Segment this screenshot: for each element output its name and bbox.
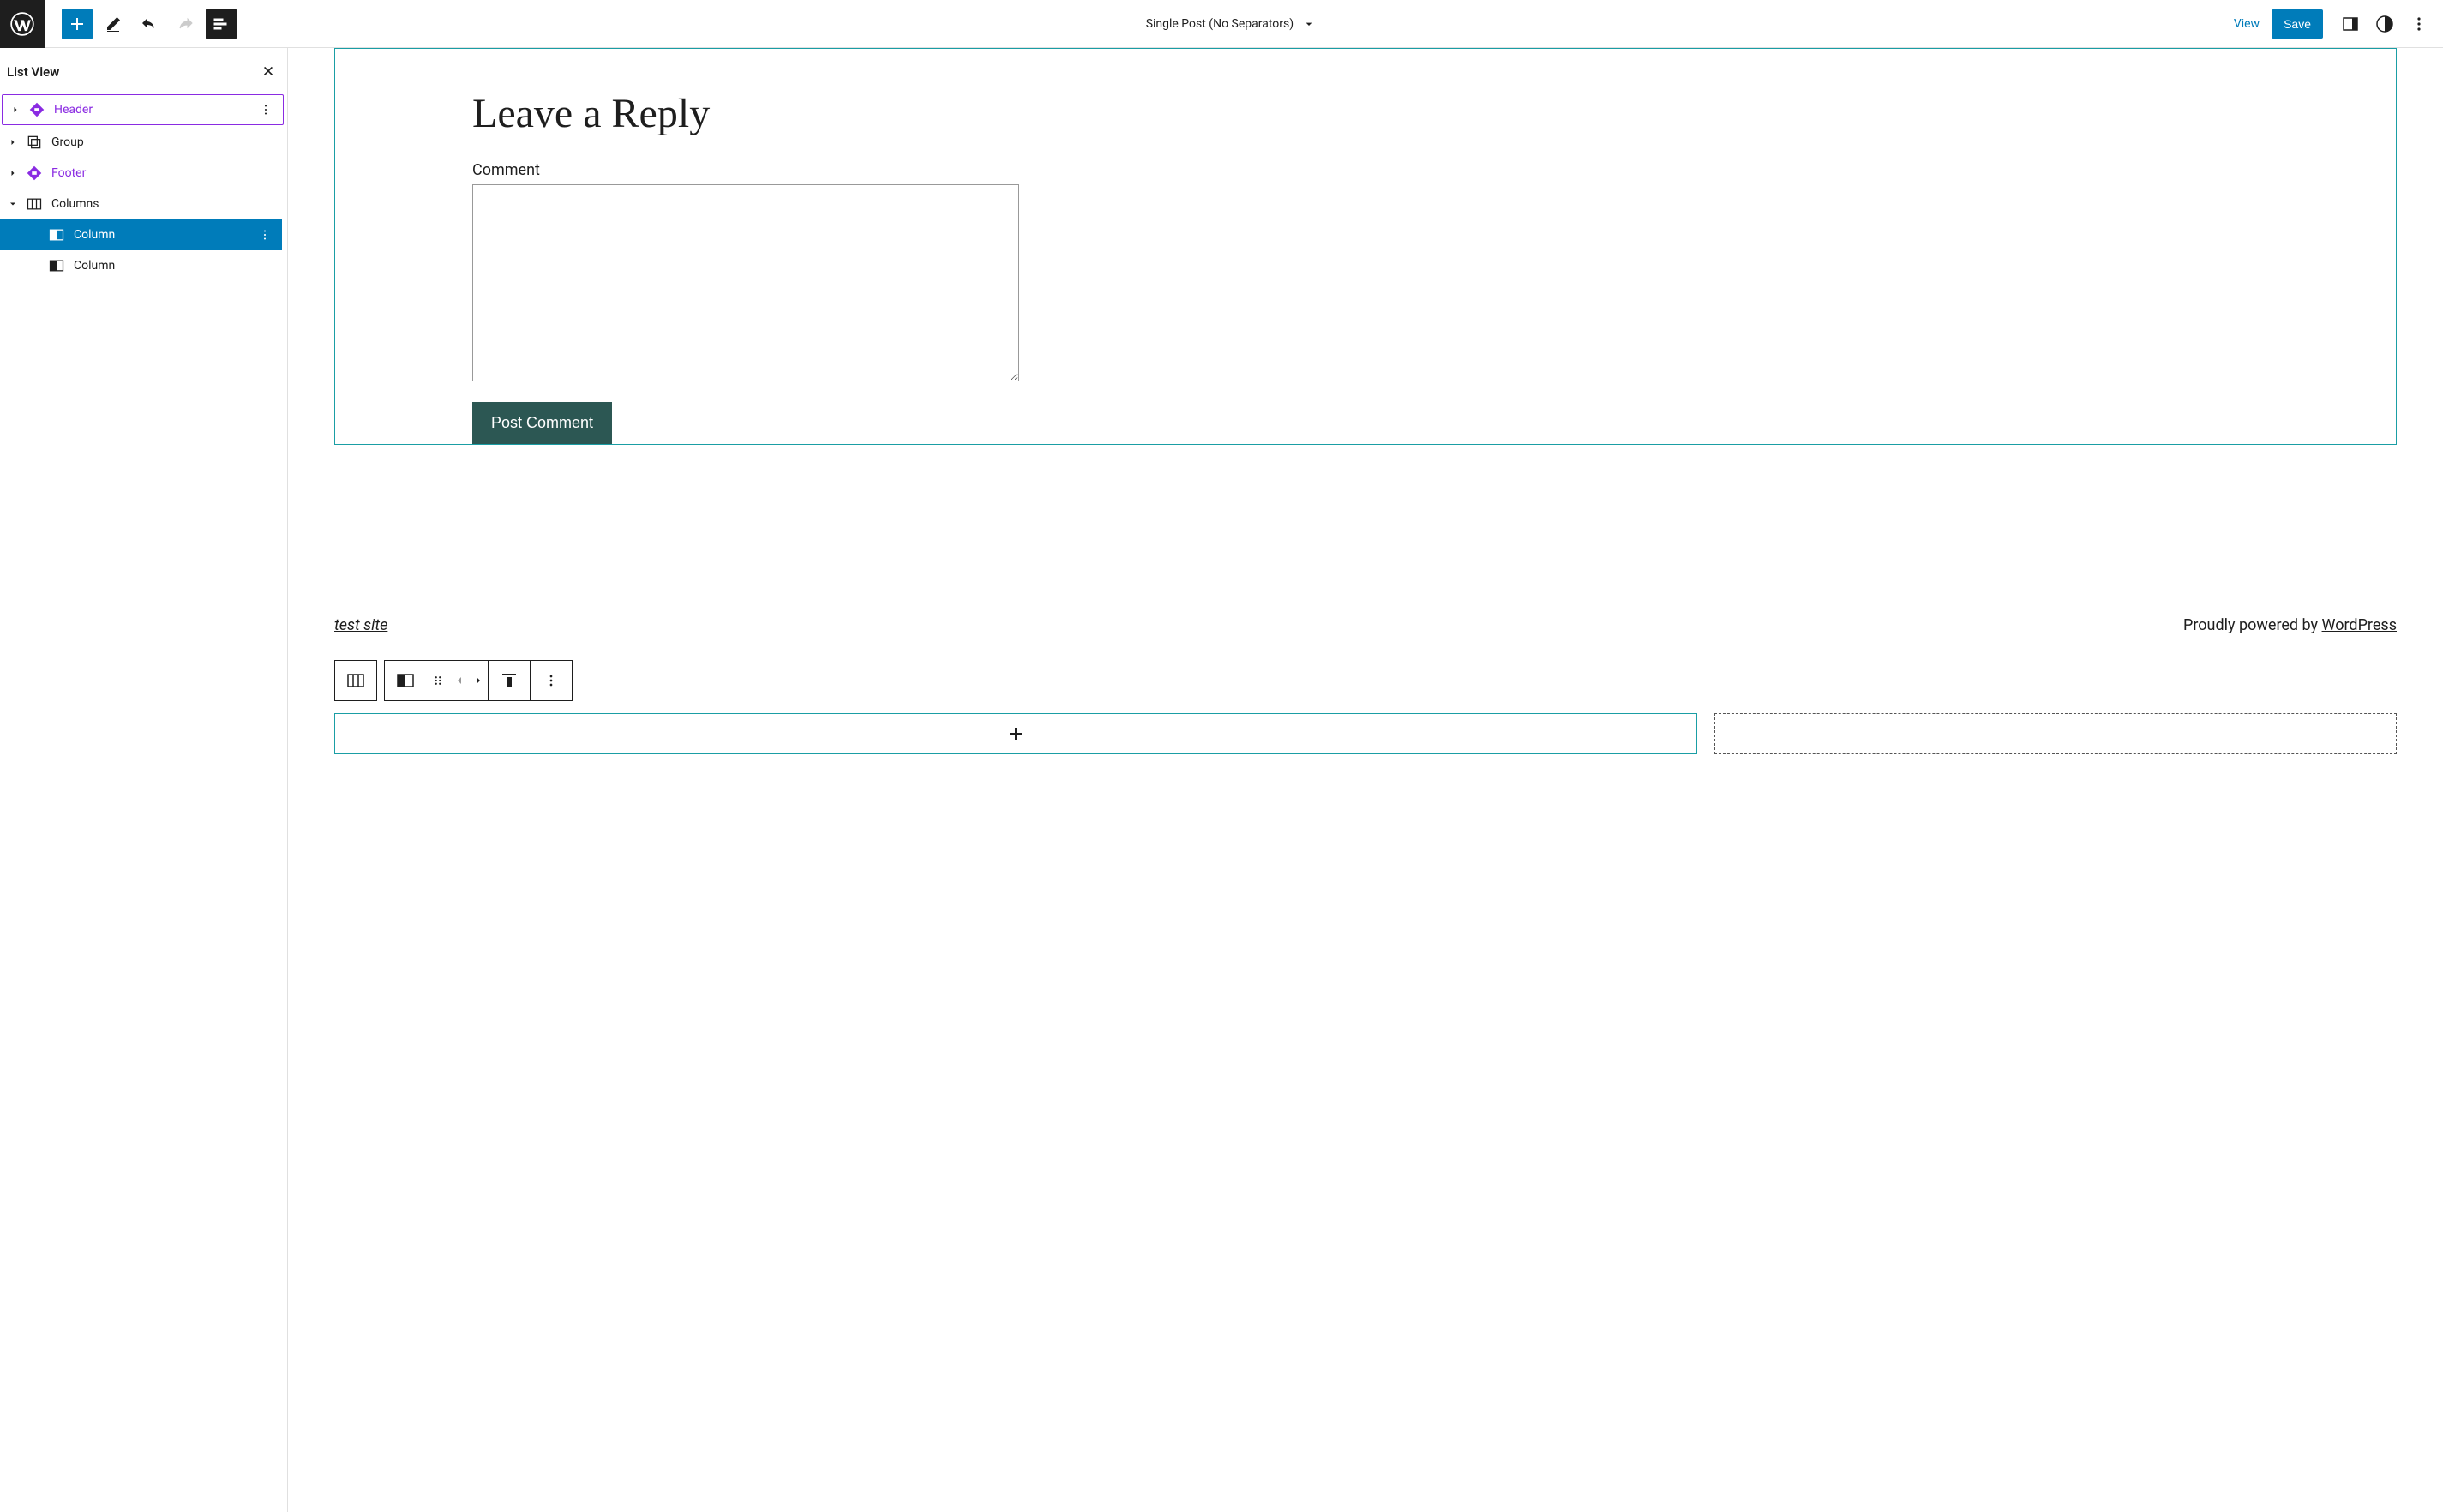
tree-item-column-2[interactable]: Column bbox=[0, 250, 287, 281]
tree-label: Footer bbox=[51, 166, 280, 180]
chevron-down-icon bbox=[1302, 17, 1316, 31]
chevron-left-icon bbox=[453, 674, 466, 687]
sidebar-icon bbox=[2340, 14, 2361, 34]
more-vertical-icon bbox=[258, 102, 273, 117]
editor-canvas[interactable]: Leave a Reply Comment Post Comment test … bbox=[288, 48, 2443, 1512]
list-view-toggle-button[interactable] bbox=[206, 9, 237, 39]
pencil-icon bbox=[103, 14, 123, 34]
more-vertical-icon bbox=[257, 227, 273, 243]
expand-toggle[interactable] bbox=[7, 168, 19, 178]
toolbar-group-block bbox=[384, 660, 573, 701]
options-button[interactable] bbox=[2404, 9, 2434, 39]
expand-toggle[interactable] bbox=[7, 137, 19, 147]
plus-icon bbox=[1005, 723, 1026, 744]
block-options-button[interactable] bbox=[531, 661, 572, 700]
columns-icon bbox=[345, 670, 366, 691]
chevron-down-icon bbox=[8, 199, 18, 209]
toolbar-group-parent bbox=[334, 660, 377, 701]
tree-item-footer[interactable]: Footer bbox=[0, 158, 287, 189]
chevron-right-icon bbox=[471, 674, 485, 687]
column-block-icon bbox=[46, 255, 67, 276]
site-footer-row: test site Proudly powered by WordPress bbox=[334, 616, 2397, 634]
save-button[interactable]: Save bbox=[2272, 9, 2323, 39]
align-button[interactable] bbox=[489, 661, 530, 700]
undo-icon bbox=[139, 14, 159, 34]
list-view-icon bbox=[211, 14, 231, 34]
document-title[interactable]: Single Post (No Separators) bbox=[237, 17, 2225, 31]
redo-button bbox=[170, 9, 201, 39]
column-icon bbox=[395, 670, 416, 691]
select-parent-button[interactable] bbox=[335, 661, 376, 700]
close-list-view-button[interactable] bbox=[256, 60, 280, 84]
tree-item-options[interactable] bbox=[255, 227, 275, 243]
comments-form-block[interactable]: Leave a Reply Comment Post Comment bbox=[334, 48, 2397, 445]
site-title-link[interactable]: test site bbox=[334, 616, 387, 634]
expand-toggle[interactable] bbox=[9, 105, 21, 115]
tree-item-options[interactable] bbox=[255, 102, 276, 117]
list-view-panel: List View Header Group Footer Columns bbox=[0, 48, 288, 1512]
chevron-right-icon bbox=[8, 168, 18, 178]
tree-item-group[interactable]: Group bbox=[0, 127, 287, 158]
drag-handle[interactable] bbox=[426, 661, 450, 700]
powered-by-text: Proudly powered by WordPress bbox=[2183, 616, 2397, 634]
undo-button[interactable] bbox=[134, 9, 165, 39]
comment-field-label: Comment bbox=[472, 161, 2259, 179]
tree-label: Header bbox=[54, 103, 255, 117]
post-comment-button[interactable]: Post Comment bbox=[472, 402, 612, 444]
toolbar-left-group bbox=[45, 9, 237, 39]
expand-toggle[interactable] bbox=[7, 199, 19, 209]
more-vertical-icon bbox=[2409, 14, 2429, 34]
chevron-right-icon bbox=[8, 137, 18, 147]
wordpress-link[interactable]: WordPress bbox=[2322, 616, 2397, 634]
tree-item-header[interactable]: Header bbox=[2, 94, 284, 125]
wp-logo[interactable] bbox=[0, 0, 45, 48]
edit-tools-button[interactable] bbox=[98, 9, 129, 39]
columns-block-icon bbox=[24, 194, 45, 214]
styles-button[interactable] bbox=[2369, 9, 2400, 39]
more-vertical-icon bbox=[543, 672, 560, 689]
column-2-placeholder[interactable] bbox=[1714, 713, 2397, 754]
group-block-icon bbox=[24, 132, 45, 153]
tree-label: Group bbox=[51, 135, 280, 149]
add-block-button[interactable] bbox=[62, 9, 93, 39]
tree-item-columns[interactable]: Columns bbox=[0, 189, 287, 219]
editor-main: List View Header Group Footer Columns bbox=[0, 48, 2443, 1512]
tree-label: Column bbox=[74, 259, 280, 273]
footer-block-icon bbox=[24, 163, 45, 183]
tree-label: Columns bbox=[51, 197, 280, 211]
settings-sidebar-toggle[interactable] bbox=[2335, 9, 2366, 39]
column-block-icon bbox=[46, 225, 67, 245]
redo-icon bbox=[175, 14, 195, 34]
list-view-title: List View bbox=[7, 64, 59, 80]
move-left-button bbox=[450, 661, 469, 700]
drag-icon bbox=[430, 673, 446, 688]
tree-item-column-1[interactable]: Column bbox=[0, 219, 282, 250]
block-toolbar bbox=[334, 660, 573, 701]
move-right-button[interactable] bbox=[469, 661, 488, 700]
comment-textarea[interactable] bbox=[472, 184, 1019, 381]
block-type-button[interactable] bbox=[385, 661, 426, 700]
styles-icon bbox=[2374, 14, 2395, 34]
plus-icon bbox=[67, 14, 87, 34]
chevron-right-icon bbox=[10, 105, 21, 115]
tree-label: Column bbox=[74, 228, 255, 242]
close-icon bbox=[260, 63, 277, 81]
column-1-appender[interactable] bbox=[334, 713, 1697, 754]
reply-heading: Leave a Reply bbox=[472, 90, 2259, 137]
header-block-icon bbox=[27, 99, 47, 120]
editor-top-bar: Single Post (No Separators) View Save bbox=[0, 0, 2443, 48]
align-top-icon bbox=[499, 670, 519, 691]
list-view-header: List View bbox=[0, 48, 287, 93]
view-link[interactable]: View bbox=[2225, 17, 2268, 31]
columns-block[interactable] bbox=[334, 713, 2397, 754]
template-title-text: Single Post (No Separators) bbox=[1146, 17, 1294, 31]
toolbar-right-group: View Save bbox=[2225, 9, 2443, 39]
